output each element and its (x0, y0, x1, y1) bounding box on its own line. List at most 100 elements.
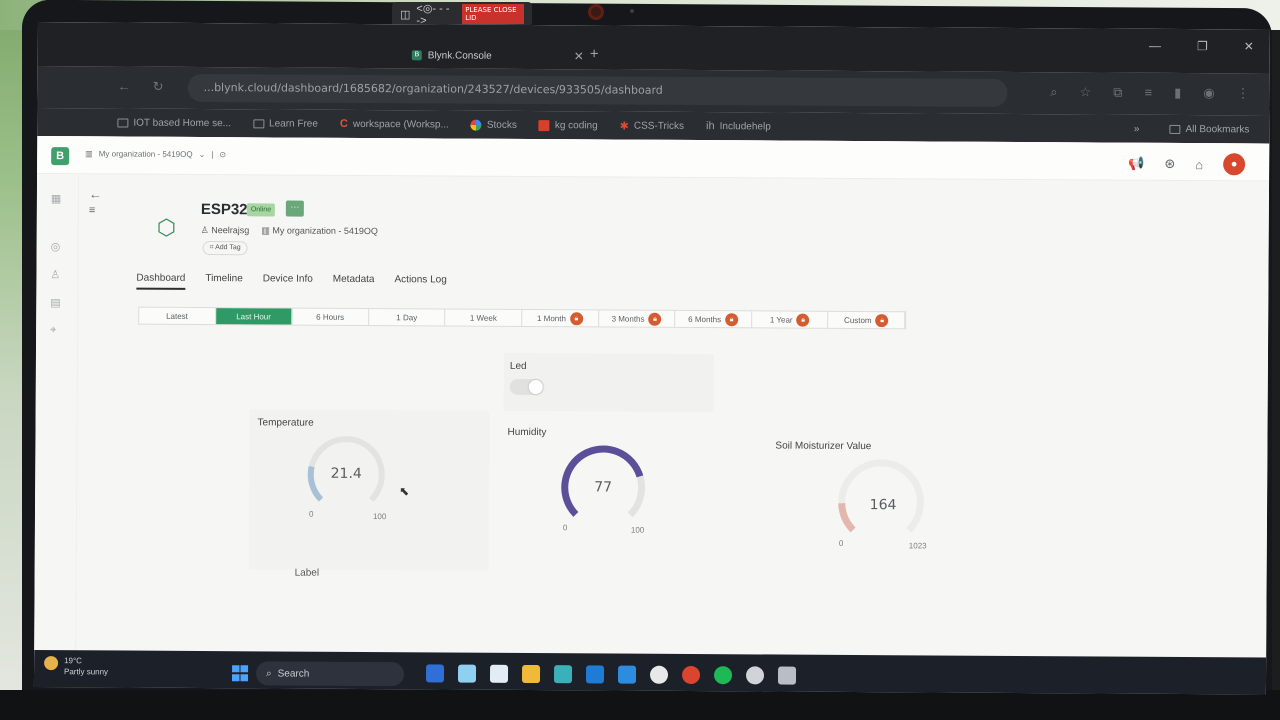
zoom-icon[interactable]: ⌕ (1050, 84, 1057, 100)
add-tag-button[interactable]: ⌗ Add Tag (202, 241, 248, 256)
reading-list-icon[interactable]: ≡ (1144, 85, 1152, 101)
tab-timeline[interactable]: Timeline (205, 273, 242, 290)
range-1-year[interactable]: 1 Year 🔒︎ (751, 311, 829, 328)
spotify-icon[interactable] (713, 666, 733, 685)
megaphone-icon[interactable]: 📢 (1128, 156, 1144, 172)
help-icon[interactable]: ⊙ (219, 150, 226, 159)
lock-icon: 🔒︎ (725, 312, 739, 326)
windows-start-icon[interactable] (231, 665, 249, 682)
camera-cover: ◫ <◎- - - -> PLEASE CLOSE LID (392, 2, 532, 27)
all-bookmarks[interactable]: All Bookmarks (1169, 123, 1249, 135)
extensions-icon[interactable]: ⧉ (1113, 85, 1122, 101)
taskbar-search[interactable]: ⌕ Search (255, 661, 405, 687)
range-latest[interactable]: Latest (139, 307, 216, 325)
close-window-icon[interactable]: ✕ (1244, 39, 1254, 53)
star-icon[interactable]: ☆ (1079, 84, 1092, 100)
tab-actions-log[interactable]: Actions Log (394, 274, 446, 291)
tab-device-info[interactable]: Device Info (263, 273, 313, 290)
bookmark-css-tricks[interactable]: ✱ CSS-Tricks (620, 119, 684, 132)
range-1-day[interactable]: 1 Day (368, 309, 446, 326)
divider: | (211, 150, 214, 160)
window-controls: — ❐ ✕ (1149, 39, 1254, 54)
soil-value: 164 (869, 497, 897, 514)
address-bar[interactable]: ...blynk.cloud/dashboard/1685682/organiz… (187, 73, 1008, 107)
device-cube-icon: ⬡ (156, 214, 177, 240)
file-explorer-icon[interactable] (521, 664, 541, 684)
bookmark-kg-coding[interactable]: kg coding (538, 119, 598, 131)
vscode-icon[interactable] (585, 665, 605, 684)
sidebar: ▦ ◎ ♙ ▤ ⌖ (34, 173, 80, 657)
store-icon[interactable] (553, 665, 573, 684)
stocks-icon (470, 119, 482, 131)
weather-widget[interactable]: 19°C Partly sunny (44, 656, 108, 676)
tab-strip: B Blynk.Console ✕ + — ❐ ✕ (37, 22, 1270, 74)
time-range-selector: Latest Last Hour 6 Hours 1 Day 1 Week 1 … (138, 306, 907, 330)
org-selector[interactable]: ▥ My organization - 5419OQ ⌄ | ⊙ (85, 149, 226, 159)
range-custom[interactable]: Custom 🔒︎ (828, 311, 906, 329)
hamburger-icon[interactable]: ≡ (89, 204, 95, 216)
discord-icon[interactable] (745, 666, 765, 685)
camera-icon: ◫ (400, 8, 411, 21)
humidity-value: 77 (594, 479, 613, 496)
bookmark-stocks[interactable]: Stocks (470, 119, 517, 131)
new-tab-icon[interactable]: + (590, 45, 599, 62)
close-icon[interactable]: ✕ (574, 49, 584, 63)
device-name: ESP32 (200, 200, 248, 219)
minimize-icon[interactable]: — (1149, 39, 1161, 53)
camera-indicator (630, 9, 634, 13)
tab-metadata[interactable]: Metadata (333, 274, 375, 291)
profile-icon[interactable]: ◉ (1203, 85, 1214, 101)
range-1-month[interactable]: 1 Month 🔒︎ (522, 309, 599, 327)
range-3-months[interactable]: 3 Months 🔒︎ (598, 310, 676, 327)
copilot-icon[interactable] (489, 664, 509, 683)
devices-icon[interactable]: ◎ (51, 240, 61, 253)
weather-desc: Partly sunny (64, 667, 109, 677)
codeium-icon: C (339, 117, 348, 130)
folder-icon (252, 118, 265, 128)
widgets-app-icon[interactable] (425, 664, 445, 683)
led-title: Led (509, 360, 527, 372)
user-icon: ♙ (200, 224, 212, 236)
side-panel-icon[interactable]: ▮ (1174, 85, 1181, 101)
device-meta: ♙ Neelrajsg ▥ My organization - 5419OQ (201, 225, 378, 237)
range-last-hour[interactable]: Last Hour (215, 308, 293, 325)
range-1-week[interactable]: 1 Week (445, 309, 523, 326)
mouse-cursor-icon: ⬉ (399, 484, 410, 499)
bookmark-workspace[interactable]: Cworkspace (Worksp... (340, 118, 449, 131)
location-icon[interactable]: ⌖ (50, 324, 56, 337)
tab-dashboard[interactable]: Dashboard (136, 272, 186, 290)
todo-icon[interactable] (617, 665, 637, 684)
search-icon: ⌕ (265, 667, 272, 679)
toggle-knob (528, 380, 543, 395)
back-arrow-icon[interactable]: ← (89, 186, 102, 201)
menu-dots-icon[interactable]: ⋮ (1237, 85, 1250, 101)
more-bookmarks-icon[interactable]: » (1134, 123, 1140, 134)
gift-icon[interactable]: ⌂ (1195, 157, 1203, 172)
more-button[interactable]: ··· (285, 200, 304, 217)
temperature-value: 21.4 (330, 465, 362, 482)
browser-tab[interactable]: B Blynk.Console ✕ (398, 42, 598, 69)
bookmark-includehelp[interactable]: ih Includehelp (706, 120, 771, 132)
grid-icon[interactable]: ▦ (51, 192, 61, 205)
bookmark-learn-free[interactable]: Learn Free (252, 118, 318, 129)
range-6-months[interactable]: 6 Months 🔒︎ (675, 310, 752, 328)
maximize-icon[interactable]: ❐ (1197, 39, 1208, 53)
users-icon[interactable]: ♙ (50, 268, 60, 281)
back-icon[interactable]: ← (118, 78, 131, 94)
building-icon: ▥ (85, 149, 93, 159)
chrome-icon[interactable] (649, 665, 669, 684)
temperature-gauge-fill (307, 465, 324, 502)
support-icon[interactable]: ⊛ (1164, 156, 1175, 172)
lock-icon: 🔒︎ (875, 313, 889, 327)
blynk-logo-icon[interactable]: B (51, 147, 70, 166)
app-icon[interactable] (777, 666, 797, 685)
building-icon: ▥ (261, 225, 273, 236)
task-view-icon[interactable] (457, 664, 477, 683)
docs-icon[interactable]: ▤ (50, 296, 60, 309)
avatar[interactable]: ● (1223, 153, 1246, 176)
led-toggle[interactable] (509, 378, 544, 396)
chrome-profile-icon[interactable] (681, 665, 701, 685)
range-6-hours[interactable]: 6 Hours (292, 308, 370, 326)
reload-icon[interactable]: ↻ (153, 79, 164, 95)
bookmark-iot[interactable]: IOT based Home se... (117, 117, 231, 129)
